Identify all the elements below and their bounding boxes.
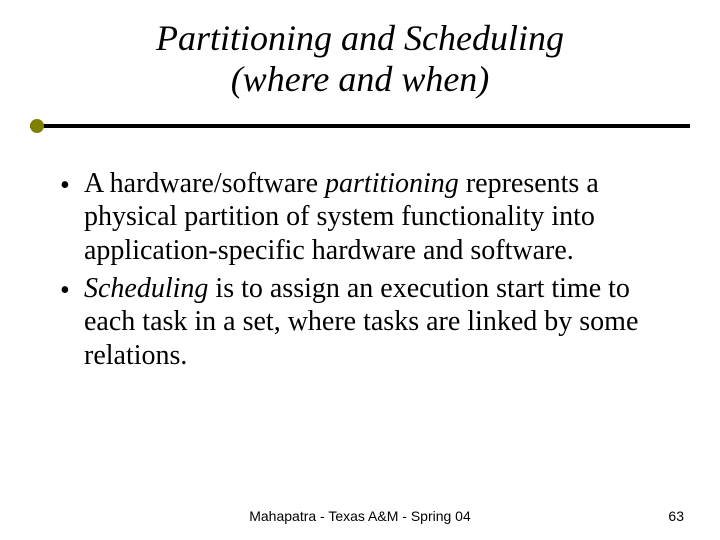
bullet-marker-icon: • [60, 167, 84, 268]
bullet-text: Scheduling is to assign an execution sta… [84, 272, 670, 373]
body-text: A hardware/software [84, 168, 325, 199]
bullet-marker-icon: • [60, 272, 84, 373]
divider-dot-icon [30, 119, 44, 133]
divider-line [30, 124, 690, 128]
slide-body: • A hardware/software partitioning repre… [0, 133, 720, 373]
list-item: • Scheduling is to assign an execution s… [60, 272, 670, 373]
page-number: 63 [668, 508, 684, 524]
title-line-2: (where and when) [0, 59, 720, 100]
title-line-1: Partitioning and Scheduling [0, 18, 720, 59]
italic-text: Scheduling [84, 273, 208, 304]
bullet-text: A hardware/software partitioning represe… [84, 167, 670, 268]
list-item: • A hardware/software partitioning repre… [60, 167, 670, 268]
slide-title-block: Partitioning and Scheduling (where and w… [0, 0, 720, 109]
footer-center-text: Mahapatra - Texas A&M - Spring 04 [249, 508, 471, 524]
title-divider [30, 119, 690, 133]
slide-footer: Mahapatra - Texas A&M - Spring 04 63 [0, 508, 720, 524]
italic-text: partitioning [325, 168, 459, 199]
